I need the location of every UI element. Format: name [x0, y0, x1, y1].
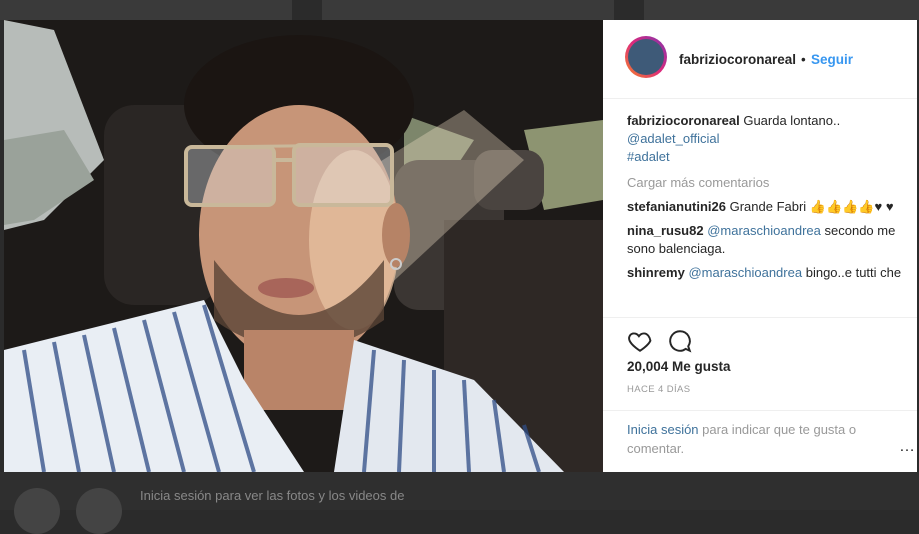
caption-mention[interactable]: @adalet_official: [627, 131, 719, 146]
post-modal: fabriziocoronareal • Seguir fabriziocoro…: [4, 20, 917, 472]
comment-item: shinremy @maraschioandrea bingo..e tutti…: [627, 264, 905, 282]
post-time[interactable]: HACE 4 DÍAS: [627, 384, 691, 395]
background-thumb-3: [644, 0, 919, 20]
comments-section: fabriziocoronareal Guarda lontano.. @ada…: [627, 112, 905, 288]
caption-username[interactable]: fabriziocoronareal: [627, 113, 740, 128]
post-header: fabriziocoronareal • Seguir: [603, 20, 917, 99]
background-bottom-bar: [0, 472, 919, 510]
caption-text: Guarda lontano..: [743, 113, 841, 128]
post-photo[interactable]: [4, 20, 603, 472]
heart-icon[interactable]: [627, 328, 653, 354]
background-thumb-1: [0, 0, 292, 20]
selfie-photo: [4, 20, 603, 472]
comment-mention[interactable]: @maraschioandrea: [707, 223, 821, 238]
comment-username[interactable]: nina_rusu82: [627, 223, 704, 238]
divider: [603, 410, 917, 411]
comment-mention[interactable]: @maraschioandrea: [688, 265, 802, 280]
avatar[interactable]: [625, 36, 667, 78]
post-caption: fabriziocoronareal Guarda lontano.. @ada…: [627, 112, 905, 166]
comment-text: Grande Fabri 👍👍👍👍♥ ♥: [729, 199, 894, 214]
load-more-comments-button[interactable]: Cargar más comentarios: [627, 174, 905, 192]
comment-icon[interactable]: [667, 328, 693, 354]
comment-username[interactable]: shinremy: [627, 265, 685, 280]
comment-username[interactable]: stefanianutini26: [627, 199, 726, 214]
follow-button[interactable]: Seguir: [811, 52, 853, 67]
post-sidebar: fabriziocoronareal • Seguir fabriziocoro…: [603, 20, 917, 472]
background-login-text: Inicia sesión para ver las fotos y los v…: [140, 488, 405, 503]
background-avatar-1: [14, 488, 60, 534]
login-prompt: Inicia sesión para indicar que te gusta …: [627, 420, 887, 458]
header-separator: •: [801, 52, 806, 67]
login-link[interactable]: Inicia sesión: [627, 422, 699, 437]
comment-item: stefanianutini26 Grande Fabri 👍👍👍👍♥ ♥: [627, 198, 905, 216]
background-avatar-2: [76, 488, 122, 534]
more-options-icon[interactable]: …: [899, 438, 915, 456]
header-username[interactable]: fabriziocoronareal: [679, 52, 796, 67]
divider: [603, 317, 917, 318]
comment-item: nina_rusu82 @maraschioandrea secondo me …: [627, 222, 905, 258]
background-thumb-2: [322, 0, 614, 20]
likes-count[interactable]: 20,004 Me gusta: [627, 359, 731, 374]
caption-hashtag[interactable]: #adalet: [627, 149, 670, 164]
